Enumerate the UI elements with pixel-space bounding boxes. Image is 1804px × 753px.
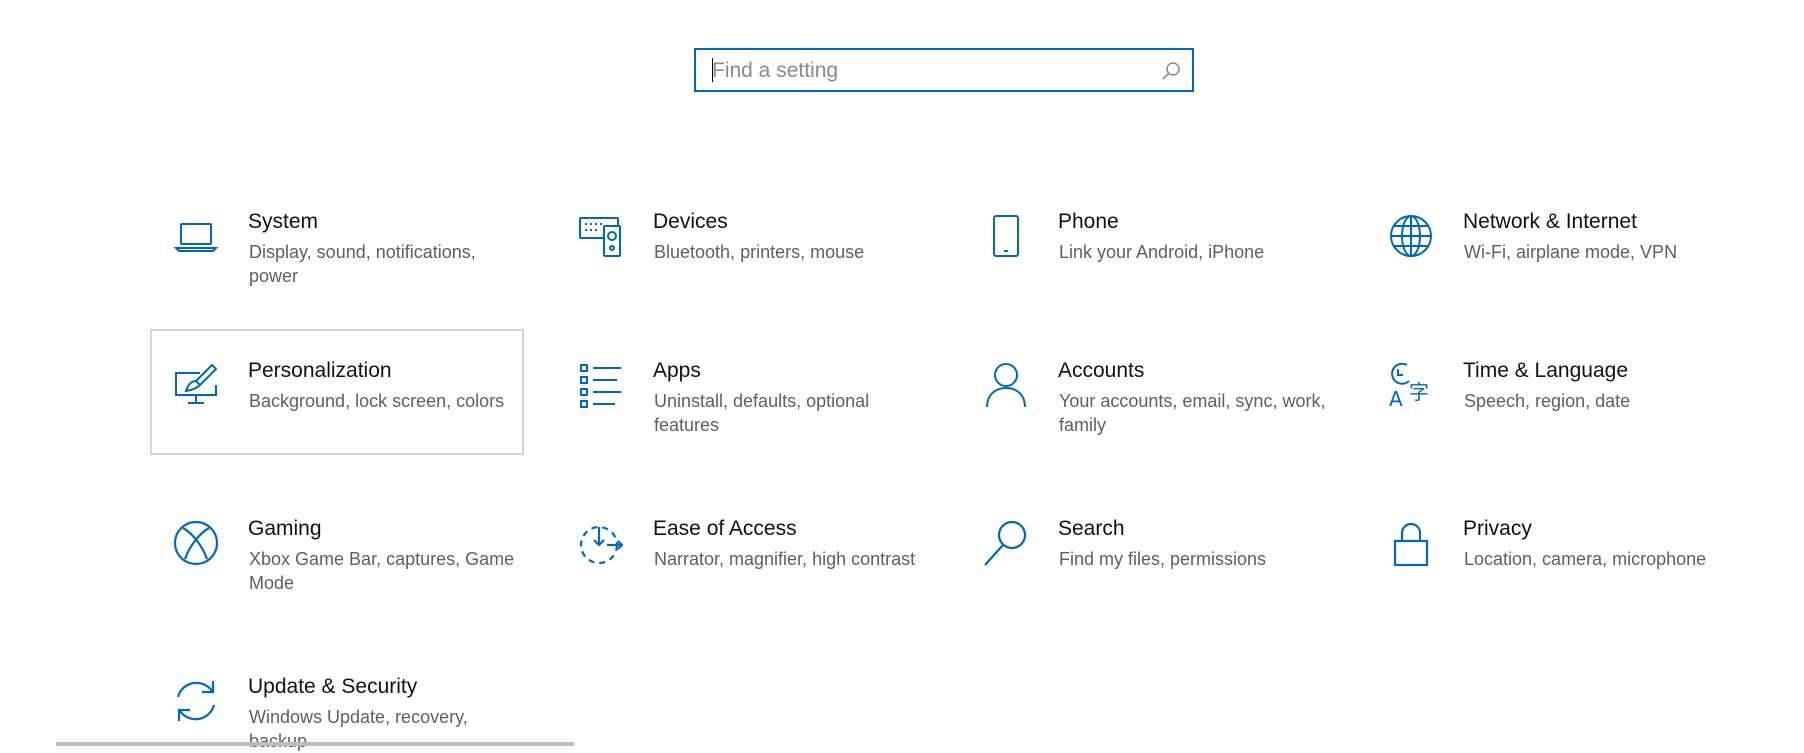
phone-icon [982, 212, 1030, 260]
settings-tile-gaming[interactable]: Gaming Xbox Game Bar, captures, Game Mod… [150, 487, 524, 613]
settings-tile-ease-of-access[interactable]: Ease of Access Narrator, magnifier, high… [555, 487, 929, 613]
settings-tile-apps[interactable]: Apps Uninstall, defaults, optional featu… [555, 329, 929, 455]
tile-description: Link your Android, iPhone [1059, 242, 1265, 262]
tile-description: Xbox Game Bar, captures, Game Mode [249, 549, 515, 593]
globe-icon [1387, 212, 1435, 260]
tile-description: Narrator, magnifier, high contrast [654, 549, 916, 569]
chinese-character-glyph: 字 [1409, 380, 1429, 404]
tile-description: Wi-Fi, airplane mode, VPN [1464, 242, 1678, 262]
tile-title: Network & Internet [1463, 210, 1637, 233]
tile-title: Apps [653, 359, 701, 382]
tile-title: System [248, 210, 319, 233]
settings-tile-personalization[interactable]: Personalization Background, lock screen,… [150, 329, 524, 455]
tile-description: Speech, region, date [1464, 391, 1631, 411]
tile-description: Bluetooth, printers, mouse [654, 242, 865, 262]
tile-description: Display, sound, notifications, power [249, 242, 476, 286]
settings-tile-system[interactable]: System Display, sound, notifications, po… [150, 180, 524, 306]
person-icon [982, 361, 1030, 409]
settings-tile-privacy[interactable]: Privacy Location, camera, microphone [1365, 487, 1739, 613]
settings-tile-phone[interactable]: Phone Link your Android, iPhone [960, 180, 1334, 306]
tile-title: Gaming [248, 517, 322, 540]
horizontal-scrollbar[interactable] [56, 742, 574, 746]
apps-list-icon [577, 361, 625, 409]
settings-tile-accounts[interactable]: Accounts Your accounts, email, sync, wor… [960, 329, 1334, 455]
search-box[interactable] [694, 48, 1194, 92]
time-language-icon: A 字 [1387, 361, 1435, 409]
sync-arrows-icon [172, 677, 220, 725]
tile-title: Search [1058, 517, 1125, 540]
settings-tile-devices[interactable]: Devices Bluetooth, printers, mouse [555, 180, 929, 306]
tile-title: Phone [1058, 210, 1119, 233]
tile-description: Location, camera, microphone [1464, 549, 1707, 569]
tile-title: Ease of Access [653, 517, 797, 540]
tile-title: Update & Security [248, 675, 418, 698]
tile-description: Find my files, permissions [1059, 549, 1267, 569]
xbox-icon [172, 519, 220, 567]
tile-description: Uninstall, defaults, optional features [654, 391, 870, 435]
magnifier-icon [982, 519, 1030, 567]
settings-tile-network[interactable]: Network & Internet Wi-Fi, airplane mode,… [1365, 180, 1739, 306]
settings-tile-time-language[interactable]: A 字 Time & Language Speech, region, date [1365, 329, 1739, 455]
laptop-icon [172, 212, 220, 260]
settings-tile-search[interactable]: Search Find my files, permissions [960, 487, 1334, 613]
tile-title: Time & Language [1463, 359, 1628, 382]
tile-title: Privacy [1463, 517, 1532, 540]
tile-description: Background, lock screen, colors [249, 391, 505, 411]
tile-title: Personalization [248, 359, 392, 382]
tile-description: Your accounts, email, sync, work, family [1059, 391, 1326, 435]
keyboard-speaker-icon [577, 212, 625, 260]
lock-icon [1387, 519, 1435, 567]
search-icon[interactable] [1160, 60, 1182, 82]
search-input[interactable] [710, 50, 1154, 92]
letter-a-glyph: A [1389, 387, 1403, 409]
settings-tile-update-security[interactable]: Update & Security Windows Update, recove… [150, 645, 524, 751]
tile-title: Accounts [1058, 359, 1145, 382]
ease-of-access-icon [577, 519, 625, 567]
paintbrush-monitor-icon [172, 361, 220, 409]
tile-title: Devices [653, 210, 728, 233]
